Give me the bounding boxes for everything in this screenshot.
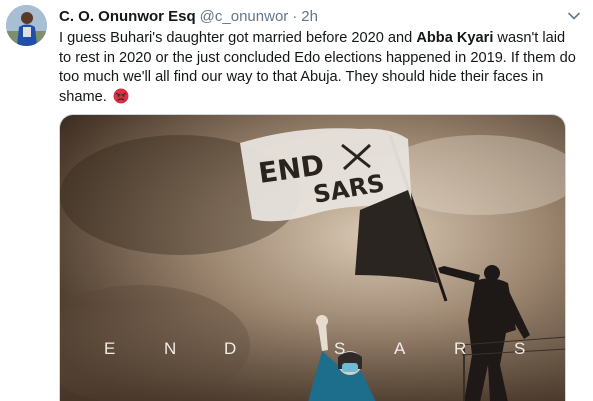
- end-sars-poster: END SARS: [60, 115, 565, 401]
- separator-dot: ·: [292, 8, 298, 25]
- poster-letter: R: [454, 339, 467, 358]
- poster-letter: D: [224, 339, 237, 358]
- poster-letter: S: [334, 339, 346, 358]
- chevron-down-icon[interactable]: [567, 9, 581, 23]
- tweet-timestamp[interactable]: 2h: [301, 8, 318, 25]
- tweet-media-image[interactable]: END SARS E N D S A R S: [59, 114, 566, 401]
- tweet-card[interactable]: C. O. Onunwor Esq @c_onunwor · 2h I guess B…: [0, 0, 593, 401]
- avatar-image: [6, 5, 47, 46]
- author-handle[interactable]: @c_onunwor: [200, 8, 289, 25]
- tweet-text-part-1: I guess Buhari's daughter got married be…: [59, 30, 417, 46]
- angry-face-emoji: [113, 88, 129, 103]
- author-name[interactable]: C. O. Onunwor Esq: [59, 8, 196, 25]
- poster-letter: A: [394, 339, 406, 358]
- mention-abba-kyari: Abba Kyari: [416, 30, 494, 46]
- poster-letter: E: [104, 339, 116, 358]
- poster-letter: S: [514, 339, 526, 358]
- tweet-header: C. O. Onunwor Esq @c_onunwor · 2h: [59, 7, 318, 27]
- avatar[interactable]: [6, 5, 47, 46]
- poster-letter: N: [164, 339, 177, 358]
- tweet-text: I guess Buhari's daughter got married be…: [59, 29, 581, 107]
